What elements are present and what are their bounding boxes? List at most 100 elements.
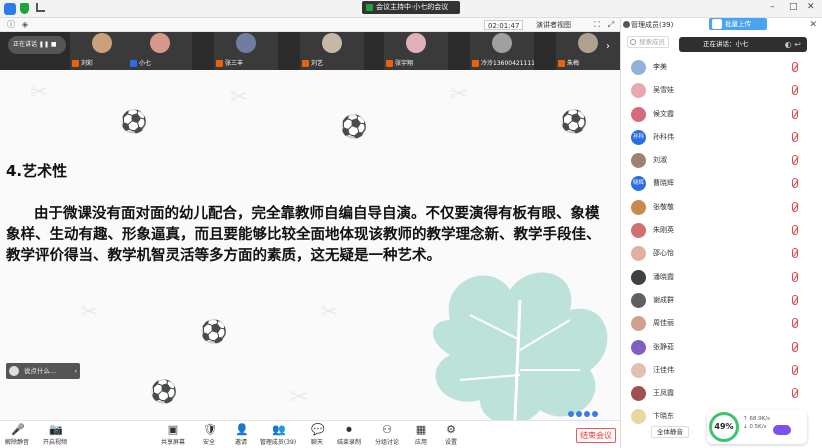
close-window-button[interactable]: ✕ <box>807 2 815 12</box>
mic-muted-icon[interactable] <box>792 62 798 72</box>
member-name: 曹晓辉 <box>653 179 674 188</box>
member-row[interactable]: 周佳丽 <box>621 312 822 335</box>
mic-muted-icon[interactable] <box>792 131 798 142</box>
toolbar-item[interactable]: ⚙ 设置 <box>436 423 466 447</box>
minimize-button[interactable]: – <box>770 2 775 12</box>
video-tile[interactable]: 冷泠13600421111 <box>470 32 534 70</box>
mic-muted-icon[interactable] <box>792 318 798 329</box>
member-row[interactable]: 邵心怡 <box>621 242 822 265</box>
meeting-title: 会议主持中·小七的会议 <box>362 1 460 14</box>
video-tile[interactable]: 刘彩 <box>70 32 134 70</box>
accelerate-toggle[interactable] <box>773 425 791 435</box>
shield-icon[interactable] <box>20 3 29 14</box>
mic-off-icon <box>72 60 79 67</box>
pattern-icon: ⚽ <box>560 110 588 135</box>
mic-muted-icon[interactable] <box>792 85 798 96</box>
video-tile[interactable]: 刘艺 <box>300 32 364 70</box>
mic-muted-icon[interactable] <box>792 225 798 236</box>
mic-muted-icon[interactable] <box>792 271 798 282</box>
member-row[interactable]: 潘晓霞 <box>621 266 822 289</box>
member-row[interactable]: 谢成群 <box>621 289 822 312</box>
mic-muted-icon[interactable] <box>792 155 798 166</box>
shield-check-icon[interactable]: ◈ <box>20 20 30 30</box>
signal-icon[interactable] <box>36 3 45 12</box>
mic-muted-icon[interactable] <box>792 201 798 212</box>
network-speed-widget: 49% ↑ 68.9K/s ↓ 0.5K/s <box>707 410 807 444</box>
avatar <box>631 269 646 285</box>
info-icon[interactable]: ⓘ <box>6 20 16 30</box>
chevron-left-icon[interactable]: ‹ <box>74 363 77 379</box>
avatar: 孙科 <box>631 129 646 145</box>
app-logo-icon <box>4 3 16 15</box>
toolbar-item[interactable]: 🛡 安全 <box>194 424 224 447</box>
toolbar-item[interactable]: 📷 开启视频 <box>40 423 70 447</box>
member-row[interactable]: 刘淑 <box>621 149 822 172</box>
member-row[interactable]: 晓辉 曹晓辉 <box>621 172 822 195</box>
video-tile[interactable]: 张宇翔 <box>384 32 448 70</box>
toolbar-item[interactable]: ▦ 应用 <box>406 424 436 447</box>
mic-muted-icon[interactable] <box>792 294 798 305</box>
title-bar: 会议主持中·小七的会议 – □ ✕ <box>0 0 822 18</box>
mic-muted-icon[interactable] <box>792 248 798 259</box>
toolbar-item[interactable]: ⚇ 分组讨论 <box>372 423 402 447</box>
toolbar-icon: 📷 <box>49 423 63 436</box>
video-tile[interactable]: 张三丰 <box>214 32 278 70</box>
leaf-illustration <box>433 272 608 420</box>
member-row[interactable]: 张静茹 <box>621 336 822 359</box>
tile-name: 冷泠13600421111 <box>472 59 534 68</box>
avatar <box>631 246 646 262</box>
speaker-icon[interactable]: ◐ ↩ <box>785 39 801 50</box>
toolbar-item[interactable]: 🎤 解除静音 <box>2 424 32 447</box>
member-row[interactable]: 候文霞 <box>621 103 822 126</box>
member-row[interactable]: 张敬敬 <box>621 196 822 219</box>
collapse-icon[interactable]: ⤢ <box>606 20 616 30</box>
tile-name: 张宇翔 <box>386 59 413 68</box>
toolbar-item[interactable]: 👥 管理成员(39) <box>258 424 298 447</box>
avatar <box>631 153 646 169</box>
member-search-input[interactable]: 搜索成员 <box>627 36 669 48</box>
maximize-button[interactable]: □ <box>789 2 798 12</box>
mic-muted-icon[interactable] <box>792 108 798 119</box>
avatar <box>406 33 426 53</box>
member-row[interactable]: 李美 <box>621 56 822 79</box>
network-stats: ↑ 68.9K/s ↓ 0.5K/s <box>743 416 770 430</box>
video-tile[interactable]: 小七 <box>128 32 192 70</box>
toolbar-icon: 💬 <box>311 423 325 436</box>
member-row[interactable]: 朱刚英 <box>621 219 822 242</box>
mic-muted-icon[interactable] <box>792 364 798 375</box>
member-row[interactable]: 吴雪娃 <box>621 79 822 102</box>
meeting-toolbar: 🎤 解除静音 📷 开启视频 ▣ 共享屏幕 🛡 安全 👤 邀请 👥 管理成员(39) 💬 聊天 ⏺ 结束录制 ⚇ 分… <box>0 420 620 448</box>
close-icon[interactable]: ✕ <box>809 18 817 32</box>
toolbar-icon: ⚇ <box>382 423 392 436</box>
member-row[interactable]: 孙科 孙科伟 <box>621 126 822 149</box>
mic-muted-icon[interactable] <box>792 388 798 399</box>
fullscreen-icon[interactable]: ⛶ <box>592 20 602 30</box>
mic-muted-icon[interactable] <box>792 341 798 352</box>
video-tile[interactable]: 朱梅 <box>556 32 620 70</box>
strip-controls[interactable]: 正在讲话 ❚❚ ■ <box>8 36 66 54</box>
strip-next-arrow[interactable]: › <box>606 41 610 52</box>
upload-icon <box>712 19 722 29</box>
view-switch-button[interactable]: 演讲者视图 <box>524 20 574 30</box>
batch-upload-button[interactable]: 批量上传 <box>709 18 767 30</box>
toolbar-item[interactable]: 💬 聊天 <box>302 423 332 447</box>
member-list: 李美 吴雪娃候文霞孙科 孙科伟 刘淑 晓辉 曹晓辉 张敬敬 朱刚英 邵心怡 潘晓霞 谢成群 周佳丽 张静… <box>621 56 822 429</box>
toolbar-icon: ⚙ <box>446 423 456 436</box>
member-row[interactable]: 王凤霞 <box>621 382 822 405</box>
annotation-tools[interactable] <box>568 410 618 418</box>
member-name: 候文霞 <box>653 109 674 118</box>
avatar <box>631 223 646 239</box>
toolbar-item[interactable]: ⏺ 结束录制 <box>334 423 364 447</box>
pattern-icon: ✂ <box>320 300 339 325</box>
mic-muted-icon[interactable] <box>792 178 798 189</box>
mute-all-button[interactable]: 全体静音 <box>651 426 689 438</box>
end-meeting-button[interactable]: 结束会议 <box>576 428 616 443</box>
search-icon <box>630 39 636 45</box>
toolbar-item[interactable]: ▣ 共享屏幕 <box>158 424 188 447</box>
toolbar-item[interactable]: 👤 邀请 <box>226 424 256 447</box>
member-row[interactable]: 汪佳伟 <box>621 359 822 382</box>
comment-input[interactable]: 说点什么... ‹ <box>6 363 80 379</box>
toolbar-icon: ⏺ <box>346 423 352 436</box>
avatar <box>631 386 646 402</box>
slide-heading: 4.艺术性 <box>6 162 68 180</box>
